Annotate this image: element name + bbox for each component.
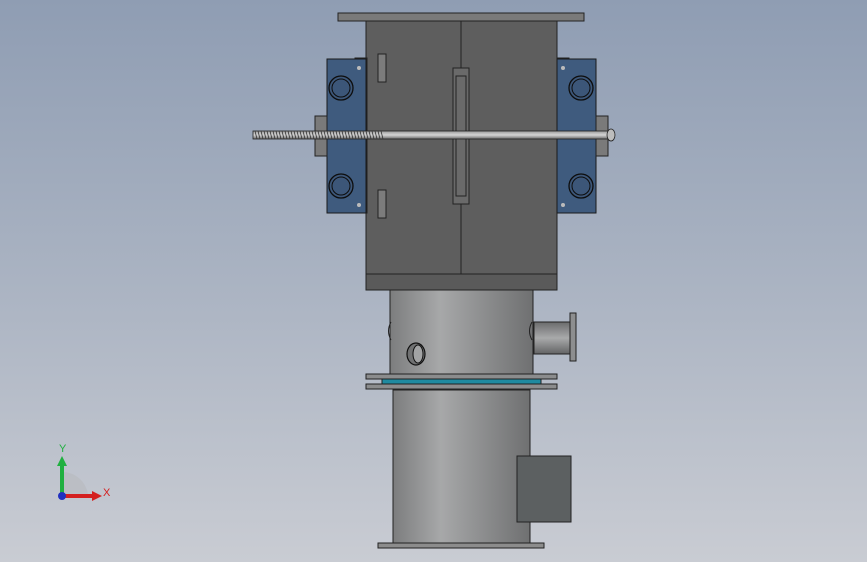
seal-ring	[381, 378, 542, 385]
cad-model[interactable]	[0, 0, 867, 562]
y-axis-label: Y	[59, 443, 67, 455]
coordinate-triad: Y X	[40, 440, 120, 510]
x-axis-label: X	[103, 487, 111, 499]
z-axis-dot	[58, 492, 66, 500]
left-bolt-top-icon	[328, 75, 354, 101]
left-bolt-bottom-icon	[328, 173, 354, 199]
threaded-shaft[interactable]	[252, 128, 616, 142]
right-bolt-bottom-icon	[568, 173, 594, 199]
base-flange	[377, 542, 545, 549]
latch-top[interactable]	[377, 53, 387, 83]
upper-pipe[interactable]	[388, 287, 534, 376]
latch-bottom[interactable]	[377, 189, 387, 219]
body-base-plate[interactable]	[365, 271, 558, 291]
junction-box[interactable]	[516, 455, 572, 523]
axis-triad-icon	[57, 456, 102, 501]
graphics-viewport[interactable]: Y X	[0, 0, 867, 562]
side-nozzle[interactable]	[533, 312, 577, 362]
middle-flange[interactable]	[365, 373, 558, 390]
right-bolt-top-icon	[568, 75, 594, 101]
top-flange	[337, 12, 585, 22]
